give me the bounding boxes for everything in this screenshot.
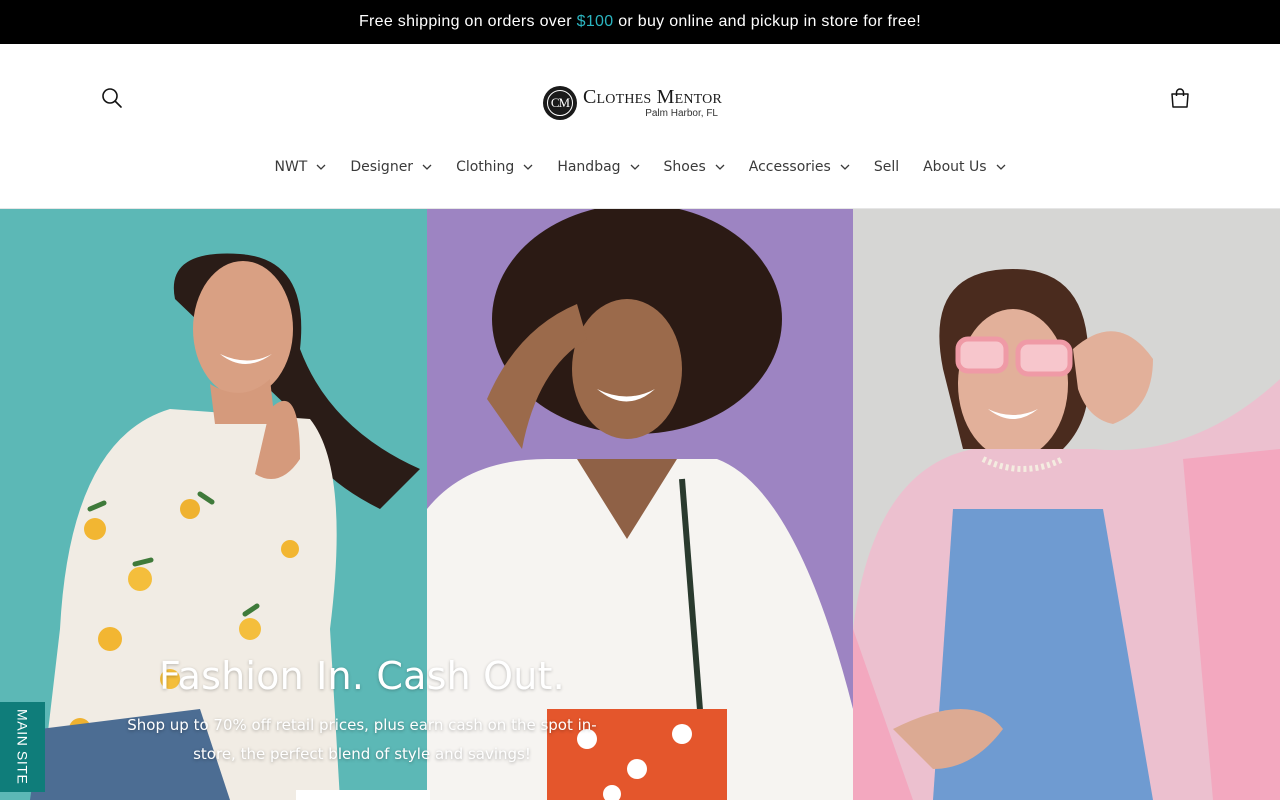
logo-monogram: CM [543,86,577,120]
nav-item-sell[interactable]: Sell [862,148,911,186]
nav-item-label: Handbag [557,159,621,175]
nav-item-label: Designer [350,159,414,175]
bag-icon [1171,88,1189,108]
chevron-down-icon [422,164,432,170]
chevron-down-icon [523,164,533,170]
nav-item-accessories[interactable]: Accessories [737,148,862,186]
search-icon [102,88,122,108]
logo-location: Palm Harbor, FL [645,108,718,119]
announcement-amount: $100 [576,13,614,30]
main-nav: NWT Designer Clothing Handbag Shoes Acce… [0,148,1280,186]
site-logo[interactable]: CM Clothes Mentor Palm Harbor, FL [543,82,743,124]
search-button[interactable] [92,78,132,118]
nav-item-about-us[interactable]: About Us [911,148,1017,186]
nav-item-label: Shoes [663,159,706,175]
nav-item-nwt[interactable]: NWT [262,148,338,186]
chevron-down-icon [840,164,850,170]
nav-item-clothing[interactable]: Clothing [444,148,545,186]
cart-button[interactable] [1160,78,1200,118]
announcement-prefix: Free shipping on orders over [358,13,577,30]
announcement-bar: Free shipping on orders over $100 or buy… [0,0,1280,44]
chevron-down-icon [715,164,725,170]
site-header: CM Clothes Mentor Palm Harbor, FL NWT De… [0,44,1280,209]
chevron-down-icon [630,164,640,170]
chevron-down-icon [996,164,1006,170]
nav-item-label: Sell [873,159,900,175]
announcement-suffix: or buy online and pickup in store for fr… [613,13,922,30]
hero-image-left [0,209,427,800]
main-site-tab-label: MAIN SITE [14,709,31,785]
nav-item-label: NWT [274,159,308,175]
nav-item-label: Clothing [456,159,515,175]
hero-banner[interactable]: Fashion In. Cash Out. Shop up to 70% off… [0,209,1280,800]
nav-item-label: About Us [923,159,987,175]
nav-item-label: Accessories [748,159,831,175]
hero-image-right [853,209,1280,800]
main-site-tab[interactable]: MAIN SITE [0,702,45,792]
hero-cta-button[interactable] [296,790,430,800]
nav-item-designer[interactable]: Designer [338,148,444,186]
hero-image-center [427,209,853,800]
logo-name: Clothes Mentor [583,86,722,108]
nav-item-handbag[interactable]: Handbag [545,148,651,186]
chevron-down-icon [316,164,326,170]
nav-item-shoes[interactable]: Shoes [652,148,737,186]
